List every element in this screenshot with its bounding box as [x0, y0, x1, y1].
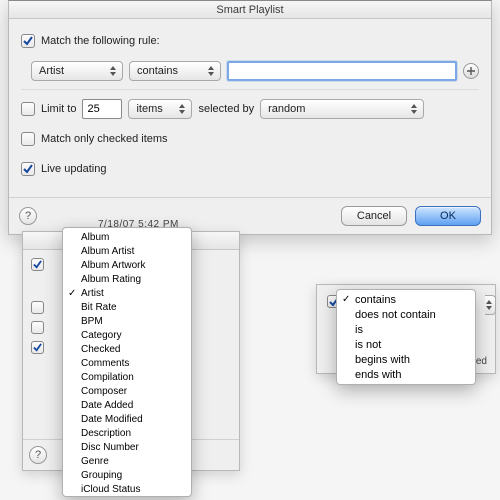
- field-menu-item[interactable]: Date Added: [63, 398, 191, 412]
- field-menu-item[interactable]: Comments: [63, 356, 191, 370]
- field-menu-item[interactable]: ✓ Artist: [63, 286, 191, 300]
- rule-field-select[interactable]: Artist: [31, 61, 123, 81]
- field-menu-item[interactable]: Checked: [63, 342, 191, 356]
- operator-menu-item[interactable]: ends with: [337, 367, 475, 382]
- menu-item-label: begins with: [355, 354, 410, 366]
- menu-item-label: Date Modified: [81, 414, 143, 425]
- field-menu-item[interactable]: Composer: [63, 384, 191, 398]
- menu-item-label: Genre: [81, 456, 109, 467]
- menu-item-label: Album Rating: [81, 274, 141, 285]
- live-updating-label: Live updating: [41, 163, 106, 175]
- check-icon: ✓: [68, 288, 76, 299]
- field-menu-item[interactable]: Description: [63, 426, 191, 440]
- cancel-button[interactable]: Cancel: [341, 206, 407, 226]
- menu-item-label: Comments: [81, 358, 129, 369]
- selected-by-value: random: [268, 103, 305, 115]
- menu-item-label: Compilation: [81, 372, 134, 383]
- rule-row: Artist contains: [31, 59, 479, 83]
- checked-items-row: Match only checked items: [21, 127, 479, 151]
- help-button[interactable]: ?: [19, 207, 37, 225]
- rule-field-value: Artist: [39, 65, 64, 77]
- menu-item-label: Checked: [81, 344, 120, 355]
- menu-item-label: Description: [81, 428, 131, 439]
- menu-item-label: Album Artist: [81, 246, 134, 257]
- field-menu-item[interactable]: Genre: [63, 454, 191, 468]
- limit-units-select[interactable]: items: [128, 99, 192, 119]
- bg-cb4: [31, 341, 44, 354]
- checked-items-label: Match only checked items: [41, 133, 168, 145]
- check-icon: [23, 36, 33, 46]
- menu-item-label: Artist: [81, 288, 104, 299]
- rule-operator-value: contains: [137, 65, 178, 77]
- operator-menu-item[interactable]: begins with: [337, 352, 475, 367]
- plus-icon: [466, 66, 476, 76]
- limit-units-value: items: [136, 103, 162, 115]
- rule-value-input[interactable]: [227, 61, 457, 81]
- field-menu-item[interactable]: Grouping: [63, 468, 191, 482]
- field-menu-item[interactable]: iCloud Status: [63, 482, 191, 496]
- check-icon: [23, 164, 33, 174]
- selected-by-label: selected by: [198, 103, 254, 115]
- field-menu-item[interactable]: Category: [63, 328, 191, 342]
- operator-menu-item[interactable]: is not: [337, 337, 475, 352]
- menu-item-label: Disc Number: [81, 442, 139, 453]
- rule-operator-select[interactable]: contains: [129, 61, 221, 81]
- menu-item-label: Album: [81, 232, 109, 243]
- menu-item-label: Album Artwork: [81, 260, 145, 271]
- bg-cb3: [31, 321, 44, 334]
- match-rule-checkbox[interactable]: [21, 34, 35, 48]
- check-icon: ✓: [342, 294, 350, 305]
- live-updating-checkbox[interactable]: [21, 162, 35, 176]
- smart-playlist-dialog: Smart Playlist Match the following rule:…: [8, 0, 492, 235]
- ok-button[interactable]: OK: [415, 206, 481, 226]
- menu-item-label: does not contain: [355, 309, 436, 321]
- field-menu-item[interactable]: BPM: [63, 314, 191, 328]
- field-dropdown-menu[interactable]: Album Album Artist Album Artwork Album Rati…: [62, 227, 192, 497]
- operator-menu-item[interactable]: ✓ contains: [337, 292, 475, 307]
- menu-item-label: Date Added: [81, 400, 133, 411]
- operator-menu-item[interactable]: is: [337, 322, 475, 337]
- menu-item-label: contains: [355, 294, 396, 306]
- bg-match-checkbox: [31, 258, 44, 271]
- limit-value-input[interactable]: [82, 99, 122, 119]
- field-menu-item[interactable]: Album Artwork: [63, 258, 191, 272]
- match-rule-label: Match the following rule:: [41, 35, 160, 47]
- menu-item-label: iCloud Status: [81, 484, 140, 495]
- menu-item-label: is: [355, 324, 363, 336]
- menu-item-label: Bit Rate: [81, 302, 117, 313]
- field-menu-item[interactable]: Album Rating: [63, 272, 191, 286]
- menu-item-label: Category: [81, 330, 122, 341]
- field-menu-item[interactable]: Bit Rate: [63, 300, 191, 314]
- field-menu-item[interactable]: Disc Number: [63, 440, 191, 454]
- operator-menu-item[interactable]: does not contain: [337, 307, 475, 322]
- add-rule-button[interactable]: [463, 63, 479, 79]
- selected-by-select[interactable]: random: [260, 99, 424, 119]
- field-menu-item[interactable]: Album: [63, 230, 191, 244]
- checked-items-checkbox[interactable]: [21, 132, 35, 146]
- bg-cb2: [31, 301, 44, 314]
- menu-item-label: ends with: [355, 369, 401, 381]
- bg-help: ?: [29, 446, 47, 464]
- field-menu-item[interactable]: Compilation: [63, 370, 191, 384]
- bg-right-select-end: [485, 295, 496, 315]
- limit-row: Limit to items selected by random: [21, 97, 479, 121]
- menu-item-label: Composer: [81, 386, 127, 397]
- menu-item-label: Grouping: [81, 470, 122, 481]
- field-menu-item[interactable]: Album Artist: [63, 244, 191, 258]
- limit-checkbox[interactable]: [21, 102, 35, 116]
- match-rule-row: Match the following rule:: [21, 29, 479, 53]
- limit-label: Limit to: [41, 103, 76, 115]
- menu-item-label: BPM: [81, 316, 103, 327]
- operator-dropdown-menu[interactable]: ✓ contains does not contain is is not begins …: [336, 289, 476, 385]
- live-updating-row: Live updating: [21, 157, 479, 181]
- menu-item-label: is not: [355, 339, 381, 351]
- dialog-titlebar: Smart Playlist: [9, 1, 491, 19]
- field-menu-item[interactable]: Date Modified: [63, 412, 191, 426]
